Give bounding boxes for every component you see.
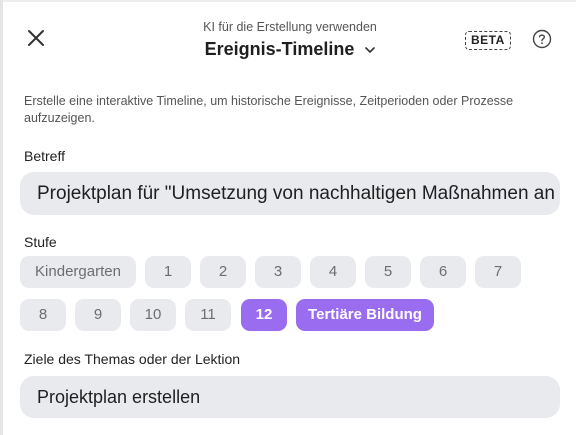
level-option-3[interactable]: 3 bbox=[255, 256, 301, 288]
level-option-10[interactable]: 10 bbox=[130, 299, 176, 331]
chevron-down-icon bbox=[365, 38, 376, 59]
goals-input[interactable] bbox=[20, 376, 560, 418]
level-option-5[interactable]: 5 bbox=[365, 256, 411, 288]
page-title: Ereignis-Timeline bbox=[204, 39, 355, 59]
left-divider bbox=[0, 0, 3, 435]
level-option-4[interactable]: 4 bbox=[310, 256, 356, 288]
goals-label: Ziele des Themas oder der Lektion bbox=[24, 351, 241, 367]
level-label: Stufe bbox=[24, 234, 57, 250]
subject-label: Betreff bbox=[24, 148, 65, 164]
question-icon[interactable] bbox=[532, 29, 552, 49]
level-option-kindergarten[interactable]: Kindergarten bbox=[20, 256, 136, 288]
beta-badge: BETA bbox=[465, 31, 511, 50]
level-option-7[interactable]: 7 bbox=[475, 256, 521, 288]
level-option-11[interactable]: 11 bbox=[185, 299, 231, 331]
tool-description: Erstelle eine interaktive Timeline, um h… bbox=[24, 94, 514, 125]
level-option-12[interactable]: 12 bbox=[241, 299, 287, 331]
level-option-9[interactable]: 9 bbox=[75, 299, 121, 331]
level-option-tertiary[interactable]: Tertiäre Bildung bbox=[296, 299, 434, 331]
level-option-2[interactable]: 2 bbox=[200, 256, 246, 288]
dialog-header: KI für die Erstellung verwenden Ereignis… bbox=[150, 19, 430, 60]
close-icon[interactable] bbox=[24, 26, 48, 50]
level-option-8[interactable]: 8 bbox=[20, 299, 66, 331]
subject-input[interactable] bbox=[20, 172, 560, 215]
level-option-1[interactable]: 1 bbox=[145, 256, 191, 288]
level-option-6[interactable]: 6 bbox=[420, 256, 466, 288]
tool-selector[interactable]: Ereignis-Timeline bbox=[150, 39, 430, 60]
top-divider bbox=[0, 0, 576, 2]
pre-title: KI für die Erstellung verwenden bbox=[203, 20, 377, 34]
